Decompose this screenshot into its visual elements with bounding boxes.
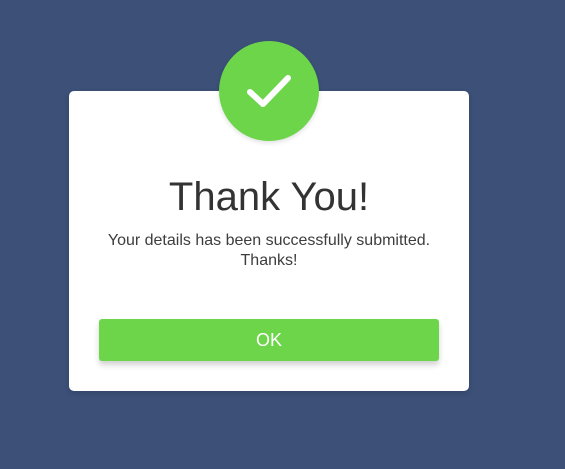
dialog-message-line: Thanks! (240, 252, 298, 269)
dialog-message: Your details has been successfully submi… (89, 231, 449, 271)
checkmark-icon (247, 75, 291, 107)
dialog-message-line: Your details has been successfully submi… (107, 232, 431, 249)
success-badge (219, 41, 319, 141)
dialog-title: Thank You! (168, 175, 370, 219)
ok-button[interactable]: OK (99, 319, 439, 361)
